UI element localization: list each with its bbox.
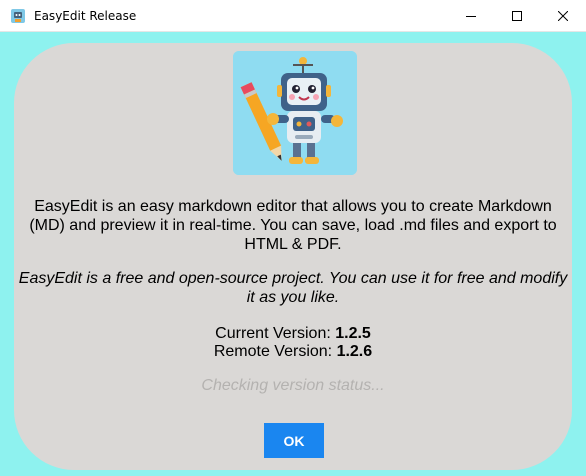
current-version-label: Current Version: [215, 325, 336, 342]
note-line: EasyEdit is a free and open-source proje… [18, 270, 568, 287]
app-icon [11, 9, 25, 23]
open-source-note: EasyEdit is a free and open-source proje… [14, 269, 572, 307]
minimize-icon [466, 16, 476, 17]
note-line: it as you like. [246, 289, 340, 306]
minimize-button[interactable] [448, 0, 494, 32]
remote-version-label: Remote Version: [213, 343, 337, 360]
dialog-background: EasyEdit is an easy markdown editor that… [0, 32, 586, 476]
remote-version-value: 1.2.6 [336, 343, 373, 360]
description-line: HTML & PDF. [244, 236, 342, 253]
close-icon [558, 11, 568, 21]
description-line: (MD) and preview it in real-time. You ca… [29, 217, 557, 234]
title-bar: EasyEdit Release [0, 0, 586, 32]
maximize-icon [512, 11, 522, 21]
description: EasyEdit is an easy markdown editor that… [14, 197, 572, 254]
version-status: Checking version status... [201, 377, 385, 394]
current-version-value: 1.2.5 [335, 325, 371, 342]
robot-logo [233, 51, 357, 175]
maximize-button[interactable] [494, 0, 540, 32]
window-title: EasyEdit Release [34, 9, 137, 23]
close-button[interactable] [540, 0, 586, 32]
release-card: EasyEdit is an easy markdown editor that… [14, 43, 572, 470]
ok-button[interactable]: OK [264, 423, 324, 458]
current-version-row: Current Version: 1.2.5 [14, 325, 572, 343]
description-line: EasyEdit is an easy markdown editor that… [34, 198, 552, 215]
remote-version-row: Remote Version: 1.2.6 [14, 343, 572, 361]
